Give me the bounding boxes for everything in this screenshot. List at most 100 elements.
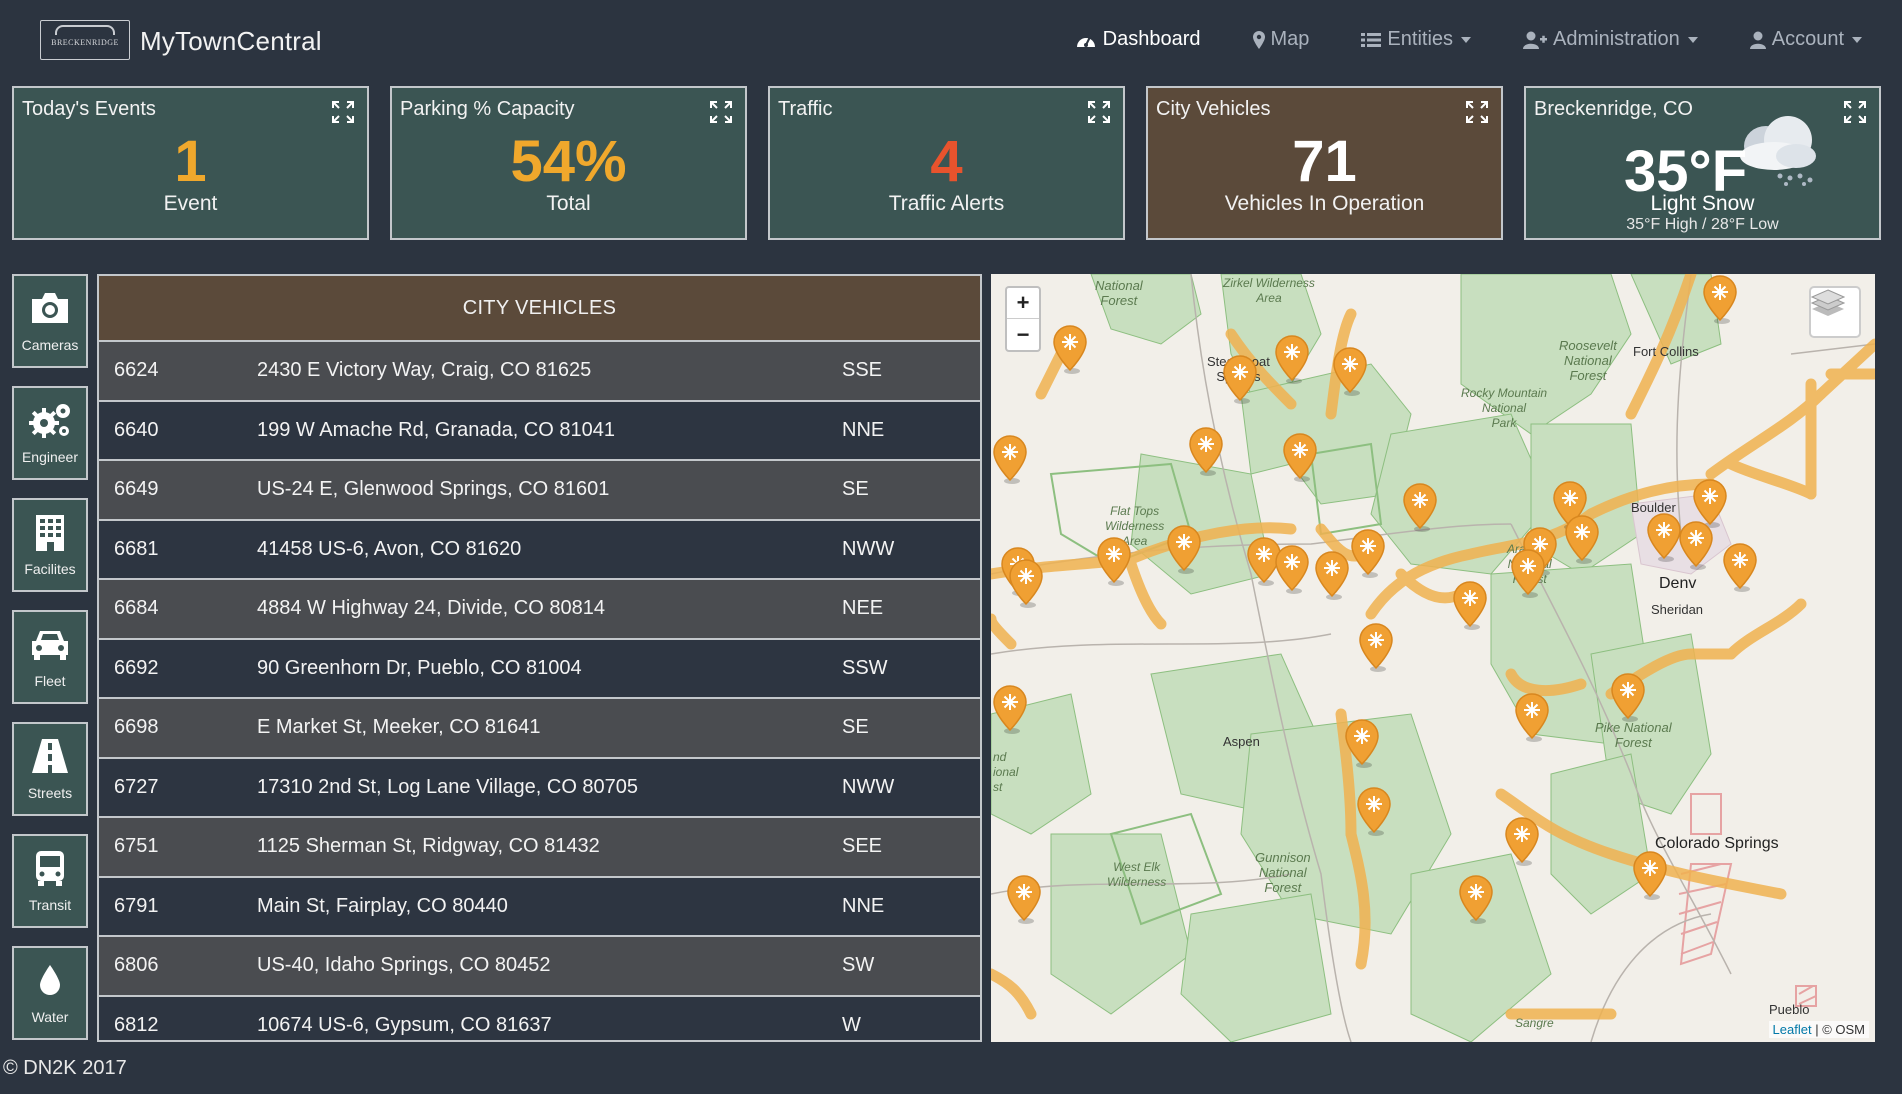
- vehicle-marker-icon[interactable]: [1503, 816, 1541, 866]
- road-icon: [32, 739, 68, 773]
- sidebar-item-streets[interactable]: Streets: [12, 722, 88, 816]
- sidebar-item-label: Water: [31, 1009, 69, 1025]
- vehicle-direction: SSE: [842, 359, 883, 382]
- nav-administration[interactable]: Administration: [1523, 28, 1698, 51]
- map-label-denver: Denv: [1659, 575, 1697, 592]
- expand-icon[interactable]: [1843, 100, 1867, 124]
- city-vehicles-card[interactable]: City Vehicles 71 Vehicles In Operation: [1146, 86, 1503, 240]
- vehicle-marker-icon[interactable]: [1563, 514, 1601, 564]
- leaflet-link[interactable]: Leaflet: [1773, 1022, 1812, 1037]
- vehicle-marker-icon[interactable]: [1457, 874, 1495, 924]
- vehicle-marker-icon[interactable]: [1095, 536, 1133, 586]
- sidebar-item-water[interactable]: Water: [12, 946, 88, 1040]
- map-tiles[interactable]: [991, 274, 1875, 1042]
- vehicle-address: US-24 E, Glenwood Springs, CO 81601: [257, 478, 610, 501]
- table-row[interactable]: 6684 4884 W Highway 24, Divide, CO 80814 N…: [99, 580, 980, 640]
- map-label-gunnison-forest: Gunnison National Forest: [1255, 850, 1311, 895]
- vehicle-address: 90 Greenhorn Dr, Pueblo, CO 81004: [257, 656, 582, 679]
- chevron-down-icon: [1852, 36, 1862, 43]
- map-label-sheridan: Sheridan: [1651, 602, 1704, 617]
- expand-icon[interactable]: [709, 100, 733, 124]
- table-body: 6624 2430 E Victory Way, Craig, CO 81625 S…: [99, 342, 980, 1040]
- layers-button[interactable]: [1809, 286, 1861, 338]
- vehicle-direction: SW: [842, 954, 875, 977]
- nav-administration-label: Administration: [1553, 28, 1680, 50]
- zoom-in-button[interactable]: +: [1007, 288, 1039, 319]
- sidebar-item-transit[interactable]: Transit: [12, 834, 88, 928]
- expand-icon[interactable]: [1087, 100, 1111, 124]
- table-row[interactable]: 6812 10674 US-6, Gypsum, CO 81637 W: [99, 996, 980, 1040]
- vehicle-marker-icon[interactable]: [1007, 558, 1045, 608]
- brand-name[interactable]: MyTownCentral: [140, 26, 322, 57]
- vehicle-marker-icon[interactable]: [1281, 432, 1319, 482]
- traffic-card[interactable]: Traffic 4 Traffic Alerts: [768, 86, 1125, 240]
- table-row[interactable]: 6624 2430 E Victory Way, Craig, CO 81625 S…: [99, 342, 980, 402]
- vehicle-marker-icon[interactable]: [1051, 324, 1089, 374]
- card-title: Parking % Capacity: [400, 98, 575, 120]
- vehicle-marker-icon[interactable]: [1273, 544, 1311, 594]
- vehicle-marker-icon[interactable]: [1313, 550, 1351, 600]
- traffic-alert-count: 4: [930, 129, 963, 194]
- vehicle-marker-icon[interactable]: [1721, 542, 1759, 592]
- brand[interactable]: BRECKENRIDGE MyTownCentral: [40, 20, 322, 60]
- vehicle-marker-icon[interactable]: [1349, 528, 1387, 578]
- nav-dashboard[interactable]: Dashboard: [1075, 28, 1201, 51]
- vehicle-marker-icon[interactable]: [1331, 346, 1369, 396]
- nav-map[interactable]: Map: [1252, 28, 1309, 51]
- table-row[interactable]: 6727 17310 2nd St, Log Lane Village, CO 8…: [99, 758, 980, 818]
- vehicle-id: 6624: [114, 359, 159, 382]
- vehicle-marker-icon[interactable]: [1221, 354, 1259, 404]
- sidebar-item-cameras[interactable]: Cameras: [12, 274, 88, 368]
- parking-sub: Total: [546, 192, 591, 215]
- map-label-routt-forest: National Forest: [1095, 278, 1143, 308]
- table-row[interactable]: 6640 199 W Amache Rd, Granada, CO 81041 NN…: [99, 401, 980, 461]
- vehicle-map[interactable]: NationalForest Zirkel WildernessArea Ste…: [991, 274, 1875, 1042]
- expand-icon[interactable]: [1465, 100, 1489, 124]
- vehicle-marker-icon[interactable]: [1609, 672, 1647, 722]
- vehicle-marker-icon[interactable]: [1355, 786, 1393, 836]
- vehicles-count: 71: [1292, 129, 1357, 194]
- vehicle-direction: NNE: [842, 418, 885, 441]
- vehicle-marker-icon[interactable]: [1401, 482, 1439, 532]
- sidebar-item-facilites[interactable]: Facilites: [12, 498, 88, 592]
- vehicle-marker-icon[interactable]: [991, 684, 1029, 734]
- vehicle-direction: SEE: [842, 835, 883, 858]
- zoom-out-button[interactable]: −: [1007, 319, 1039, 350]
- table-row[interactable]: 6698 E Market St, Meeker, CO 81641 SE: [99, 699, 980, 759]
- todays-events-card[interactable]: Today's Events 1 Event: [12, 86, 369, 240]
- weather-card[interactable]: Breckenridge, CO 35°F Light Snow 35°F Hi…: [1524, 86, 1881, 240]
- vehicle-marker-icon[interactable]: [1631, 850, 1669, 900]
- sidebar-item-engineer[interactable]: Engineer: [12, 386, 88, 480]
- nav-account[interactable]: Account: [1749, 28, 1862, 51]
- table-row[interactable]: 6806 US-40, Idaho Springs, CO 80452 SW: [99, 937, 980, 997]
- table-row[interactable]: 6692 90 Greenhorn Dr, Pueblo, CO 81004 SSW: [99, 639, 980, 699]
- nav-entities[interactable]: Entities: [1361, 28, 1472, 51]
- vehicle-marker-icon[interactable]: [1273, 334, 1311, 384]
- gears-icon: [29, 404, 70, 438]
- water-drop-icon: [40, 965, 60, 995]
- vehicle-marker-icon[interactable]: [1357, 622, 1395, 672]
- table-row[interactable]: 6791 Main St, Fairplay, CO 80440 NNE: [99, 877, 980, 937]
- vehicle-marker-icon[interactable]: [1343, 718, 1381, 768]
- dashboard-icon: [1076, 36, 1095, 47]
- town-logo-roof: [55, 25, 115, 35]
- vehicle-marker-icon[interactable]: [1509, 548, 1547, 598]
- vehicle-marker-icon[interactable]: [1165, 524, 1203, 574]
- vehicle-id: 6791: [114, 894, 159, 917]
- table-row[interactable]: 6751 1125 Sherman St, Ridgway, CO 81432 SE…: [99, 818, 980, 878]
- sidebar-item-fleet[interactable]: Fleet: [12, 610, 88, 704]
- table-row[interactable]: 6649 US-24 E, Glenwood Springs, CO 81601 S…: [99, 461, 980, 521]
- vehicle-address: 199 W Amache Rd, Granada, CO 81041: [257, 418, 615, 441]
- expand-icon[interactable]: [331, 100, 355, 124]
- vehicle-marker-icon[interactable]: [1187, 426, 1225, 476]
- vehicle-marker-icon[interactable]: [991, 434, 1029, 484]
- vehicle-id: 6649: [114, 478, 159, 501]
- vehicle-marker-icon[interactable]: [1513, 692, 1551, 742]
- table-row[interactable]: 6681 41458 US-6, Avon, CO 81620 NWW: [99, 520, 980, 580]
- vehicle-marker-icon[interactable]: [1677, 520, 1715, 570]
- parking-card[interactable]: Parking % Capacity 54% Total: [390, 86, 747, 240]
- vehicle-marker-icon[interactable]: [1005, 874, 1043, 924]
- vehicle-marker-icon[interactable]: [1701, 274, 1739, 324]
- vehicle-marker-icon[interactable]: [1451, 580, 1489, 630]
- weather-condition: Light Snow: [1650, 192, 1755, 215]
